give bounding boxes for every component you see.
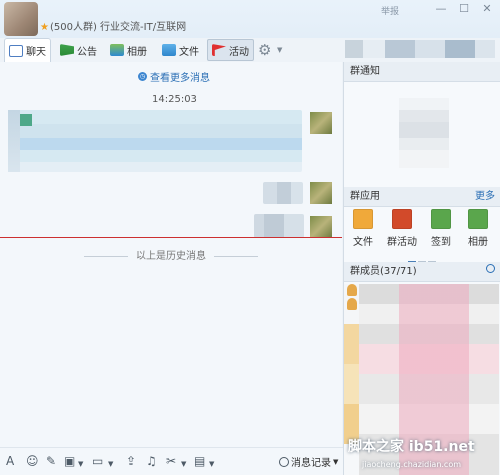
clock-icon — [279, 456, 289, 467]
notice-flag-icon — [60, 44, 74, 56]
message-bubble — [8, 110, 302, 172]
message-timestamp: 14:25:03 — [152, 94, 197, 105]
message-emoji — [20, 114, 32, 126]
chevron-down-icon[interactable]: ▼ — [277, 46, 282, 54]
tab-chat[interactable]: 聊天 — [4, 38, 51, 62]
tab-bar: 聊天 公告 相册 文件 活动 ⚙ ▼ — [0, 38, 300, 62]
scissors-icon[interactable]: ✂ — [166, 454, 176, 468]
upload-icon[interactable]: ⇪ — [126, 454, 136, 468]
app-file[interactable]: 文件 — [348, 209, 378, 248]
screenshot-icon[interactable]: ▤ — [194, 454, 205, 468]
app-album[interactable]: 相册 — [463, 209, 493, 248]
chevron-down-icon: ▼ — [333, 457, 339, 466]
image-icon[interactable]: ▭ — [92, 454, 103, 468]
group-avatar[interactable] — [4, 2, 38, 36]
photo-album-icon — [468, 209, 488, 229]
app-group-activity[interactable]: 群活动 — [383, 209, 421, 248]
emoji-button[interactable]: ☺ — [26, 454, 39, 468]
chevron-down-icon[interactable]: ▼ — [108, 457, 113, 471]
message-history-button[interactable]: 消息记录 ▼ — [279, 454, 338, 469]
maximize-button[interactable]: ☐ — [455, 2, 473, 16]
watermark: 脚本之家 ib51.net jiaocheng.chazidian.com — [348, 439, 475, 469]
group-notice-header: 群通知 — [344, 62, 500, 82]
chevron-down-icon[interactable]: ▼ — [78, 457, 83, 471]
message-bubble-edge — [8, 110, 20, 172]
gear-icon[interactable]: ⚙ — [258, 41, 271, 59]
group-apps: 文件 群活动 签到 相册 — [344, 209, 500, 259]
album-icon — [110, 44, 124, 56]
clock-icon: ◷ — [138, 72, 147, 81]
red-flag-icon — [212, 44, 226, 56]
chat-area[interactable]: ◷ 查看更多消息 14:25:03 以上是历史消息 — [0, 62, 342, 447]
search-icon[interactable] — [486, 264, 495, 273]
message-bubble — [263, 182, 303, 204]
chat-icon — [9, 44, 23, 57]
admin-icon — [347, 298, 357, 310]
report-link[interactable]: 举报 — [381, 4, 399, 17]
blurred-header-strip — [345, 40, 495, 58]
view-more-messages-link[interactable]: ◷ 查看更多消息 — [138, 69, 210, 84]
avatar[interactable] — [310, 112, 332, 134]
folder-icon — [162, 44, 176, 56]
chevron-down-icon[interactable]: ▼ — [209, 457, 214, 471]
group-members-header: 群成员(37/71) — [344, 262, 500, 282]
tab-activity[interactable]: 活动 — [207, 39, 254, 61]
checkin-icon — [431, 209, 451, 229]
title-bar: ★(500人群) 行业交流-IT/互联网 举报 — ☐ ✕ — [0, 0, 500, 38]
apps-more-link[interactable]: 更多 — [475, 187, 495, 207]
tab-files[interactable]: 文件 — [158, 38, 203, 62]
tab-album[interactable]: 相册 — [106, 38, 151, 62]
font-button[interactable]: A — [6, 454, 14, 468]
history-divider: 以上是历史消息 — [0, 247, 342, 262]
music-icon[interactable]: ♫ — [146, 454, 157, 468]
star-icon: ★ — [40, 22, 49, 33]
app-checkin[interactable]: 签到 — [426, 209, 456, 248]
side-panel: 群通知 群应用 更多 文件 群活动 签到 相册 群成员(37/71) — [343, 62, 500, 475]
file-folder-icon — [353, 209, 373, 229]
avatar[interactable] — [310, 216, 332, 238]
chevron-down-icon[interactable]: ▼ — [181, 457, 186, 471]
new-message-divider — [0, 237, 342, 238]
message-bubble — [254, 214, 304, 238]
group-apps-header: 群应用 更多 — [344, 187, 500, 207]
gift-icon[interactable]: ▣ — [64, 454, 75, 468]
minimize-button[interactable]: — — [432, 2, 450, 16]
magic-emoji-icon[interactable]: ✎ — [46, 454, 56, 468]
tab-notice[interactable]: 公告 — [56, 38, 101, 62]
group-name: ★(500人群) 行业交流-IT/互联网 — [40, 22, 187, 33]
group-activity-icon — [392, 209, 412, 229]
owner-icon — [347, 284, 357, 296]
group-notice-content — [399, 98, 449, 168]
input-toolbar: A ☺ ✎ ▣ ▼ ▭ ▼ ⇪ ♫ ✂ ▼ ▤ ▼ 消息记录 ▼ — [0, 447, 343, 475]
avatar[interactable] — [310, 182, 332, 204]
close-button[interactable]: ✕ — [478, 2, 496, 16]
